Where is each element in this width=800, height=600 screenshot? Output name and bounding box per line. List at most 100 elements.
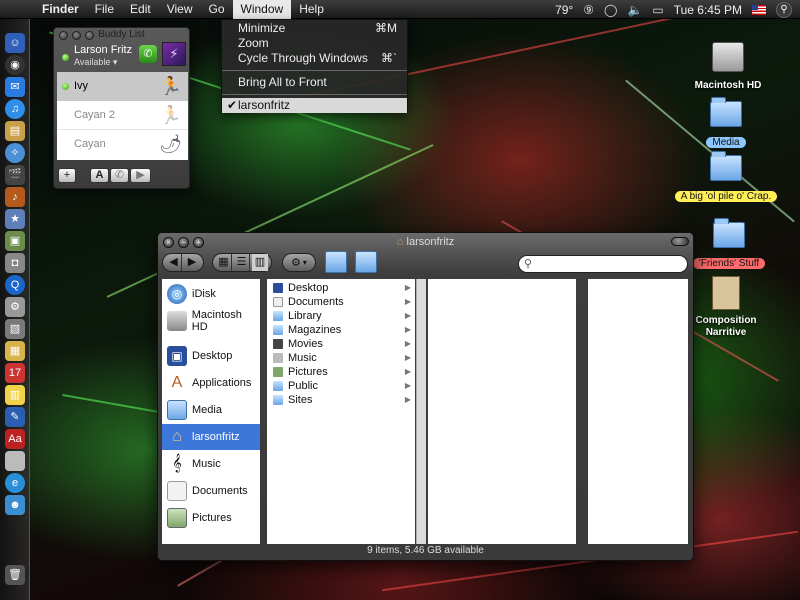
list-item[interactable]: Public ▶ <box>267 379 415 393</box>
clock-extra-icon[interactable]: ⑨ <box>583 3 594 17</box>
list-item[interactable]: Music ▶ <box>267 351 415 365</box>
idvd-dock-icon[interactable]: ★ <box>5 209 25 229</box>
list-view-button[interactable]: ☰ <box>234 254 250 271</box>
buddy-list-toolbar: + A ✆ ▶ <box>54 164 189 188</box>
sidebar-item-music[interactable]: 𝄞 Music <box>162 451 260 477</box>
system-preferences-dock-icon[interactable]: ⚙ <box>5 297 25 317</box>
hard-disk-icon <box>712 42 744 72</box>
list-item[interactable]: Magazines ▶ <box>267 323 415 337</box>
buddy-picture[interactable]: ⚡ <box>162 42 186 66</box>
pile-o-crap-desktop-icon[interactable]: A big 'ol pile o' Crap. <box>670 151 782 202</box>
sidebar-item-documents[interactable]: Documents <box>162 478 260 504</box>
buddy-row-cayan[interactable]: Cayan 🌶 <box>57 130 188 159</box>
list-item[interactable]: Desktop ▶ <box>267 281 415 295</box>
item-name: Pictures <box>288 366 328 378</box>
menu-item-minimize[interactable]: Minimize ⌘M <box>222 21 407 36</box>
buddy-name: Cayan <box>74 138 106 150</box>
apple-store-dock-icon[interactable] <box>5 451 25 471</box>
sidebar-item-pictures[interactable]: Pictures <box>162 505 260 531</box>
menu-help[interactable]: Help <box>291 0 332 19</box>
macintosh-hd-desktop-icon[interactable]: Macintosh HD <box>690 42 766 91</box>
imovie-dock-icon[interactable]: 🎬 <box>5 165 25 185</box>
sidebar-item-applications[interactable]: A Applications <box>162 370 260 396</box>
image-capture-dock-icon[interactable]: ◘ <box>5 253 25 273</box>
add-buddy-button[interactable]: + <box>58 168 76 183</box>
list-item[interactable]: Library ▶ <box>267 309 415 323</box>
buddy-list-titlebar[interactable]: Buddy List <box>54 28 189 42</box>
ichat-dock-icon[interactable]: ☻ <box>5 495 25 515</box>
action-menu-button[interactable]: ⚙ ▾ <box>282 253 316 272</box>
menu-go[interactable]: Go <box>201 0 233 19</box>
garageband-dock-icon[interactable]: ♪ <box>5 187 25 207</box>
toolbar-toggle-button[interactable] <box>671 237 689 246</box>
ical-dock-icon[interactable]: 17 <box>5 363 25 383</box>
menu-item-zoom[interactable]: Zoom <box>222 36 407 51</box>
composition-narritive-desktop-icon[interactable]: Composition Narritive <box>690 276 762 339</box>
list-item[interactable]: Pictures ▶ <box>267 365 415 379</box>
sidebar-item-media[interactable]: Media <box>162 397 260 423</box>
toolbar-folder-icon[interactable] <box>355 251 377 273</box>
back-button[interactable]: ◀ <box>166 254 182 271</box>
temperature-readout[interactable]: 79° <box>555 3 573 17</box>
media-desktop-icon[interactable]: Media <box>700 97 752 148</box>
notes-dock-icon[interactable]: ▦ <box>5 341 25 361</box>
video-chat-icon[interactable]: ▶ <box>130 168 151 183</box>
buddy-row-ivy[interactable]: Ivy 🏃 <box>57 72 188 101</box>
safari-dock-icon[interactable]: ✧ <box>5 143 25 163</box>
finder-dock-icon[interactable]: ☺ <box>5 33 25 53</box>
desktop-icon-label: Media <box>706 137 746 148</box>
menu-finder[interactable]: Finder <box>34 0 87 19</box>
sidebar-item-desktop[interactable]: ▣ Desktop <box>162 343 260 369</box>
trash-dock-icon[interactable]: 🗑 <box>5 565 25 585</box>
menu-item-cycle-windows[interactable]: Cycle Through Windows ⌘` <box>222 51 407 66</box>
ie-dock-icon[interactable]: e <box>5 473 25 493</box>
search-field[interactable]: ⚲ <box>518 255 688 273</box>
search-icon: ⚲ <box>524 258 533 270</box>
input-menu-flag-icon[interactable] <box>752 4 766 15</box>
column-resize-handle[interactable] <box>416 279 426 544</box>
toolbar-folder-icon[interactable] <box>325 251 347 273</box>
sidebar-item-label: Desktop <box>192 350 233 362</box>
menu-window[interactable]: Window <box>232 0 292 19</box>
phone-icon[interactable]: ✆ <box>139 45 157 63</box>
mail-dock-icon[interactable]: ✉ <box>5 77 25 97</box>
list-item[interactable]: Movies ▶ <box>267 337 415 351</box>
address-book-dock-icon[interactable]: ▤ <box>5 121 25 141</box>
quicktime-dock-icon[interactable]: Q <box>5 275 25 295</box>
menu-item-window-larsonfritz[interactable]: ✔ larsonfritz <box>222 98 407 113</box>
desktop-icon <box>273 283 283 293</box>
dictionary-dock-icon[interactable]: Aa <box>5 429 25 449</box>
iphoto-dock-icon[interactable]: ▣ <box>5 231 25 251</box>
menu-view[interactable]: View <box>159 0 201 19</box>
text-chat-button[interactable]: A <box>90 168 109 183</box>
volume-icon[interactable]: 🔈 <box>627 3 642 17</box>
menu-file[interactable]: File <box>87 0 122 19</box>
ichat-status-icon[interactable]: ◯ <box>604 3 617 17</box>
stickies-dock-icon[interactable]: ▥ <box>5 385 25 405</box>
itunes-dock-icon[interactable]: ♫ <box>5 99 25 119</box>
icon-view-button[interactable]: ▦ <box>216 254 232 271</box>
sidebar-item-label: Applications <box>192 377 252 389</box>
buddy-row-cayan-2[interactable]: Cayan 2 🏃 <box>57 101 188 130</box>
audio-chat-icon[interactable]: ✆ <box>110 168 129 183</box>
sidebar-item-macintosh-hd[interactable]: Macintosh HD <box>162 308 260 334</box>
column-view-button[interactable]: ▥ <box>252 254 268 271</box>
dashboard-dock-icon[interactable]: ◉ <box>5 55 25 75</box>
list-item[interactable]: Sites ▶ <box>267 393 415 407</box>
status-label: Available <box>74 57 111 67</box>
preview-dock-icon[interactable]: ▧ <box>5 319 25 339</box>
battery-icon[interactable]: ▭ <box>652 3 663 17</box>
back-forward-buttons: ◀ ▶ <box>162 253 204 272</box>
text-edit-dock-icon[interactable]: ✎ <box>5 407 25 427</box>
menu-edit[interactable]: Edit <box>122 0 159 19</box>
spotlight-icon[interactable]: ⚲ <box>776 1 792 18</box>
status-dropdown[interactable]: Available ▾ <box>74 57 117 68</box>
sidebar-item-larsonfritz[interactable]: ⌂ larsonfritz <box>162 424 260 450</box>
list-item[interactable]: Documents ▶ <box>267 295 415 309</box>
friends-stuff-desktop-icon[interactable]: 'Friends' Stuff <box>690 218 768 269</box>
forward-button[interactable]: ▶ <box>184 254 200 271</box>
menu-clock[interactable]: Tue 6:45 PM <box>674 3 742 17</box>
sidebar-item-label: larsonfritz <box>192 431 240 443</box>
sidebar-item-idisk[interactable]: ◎ iDisk <box>162 281 260 307</box>
menu-item-bring-all-to-front[interactable]: Bring All to Front <box>222 75 407 90</box>
